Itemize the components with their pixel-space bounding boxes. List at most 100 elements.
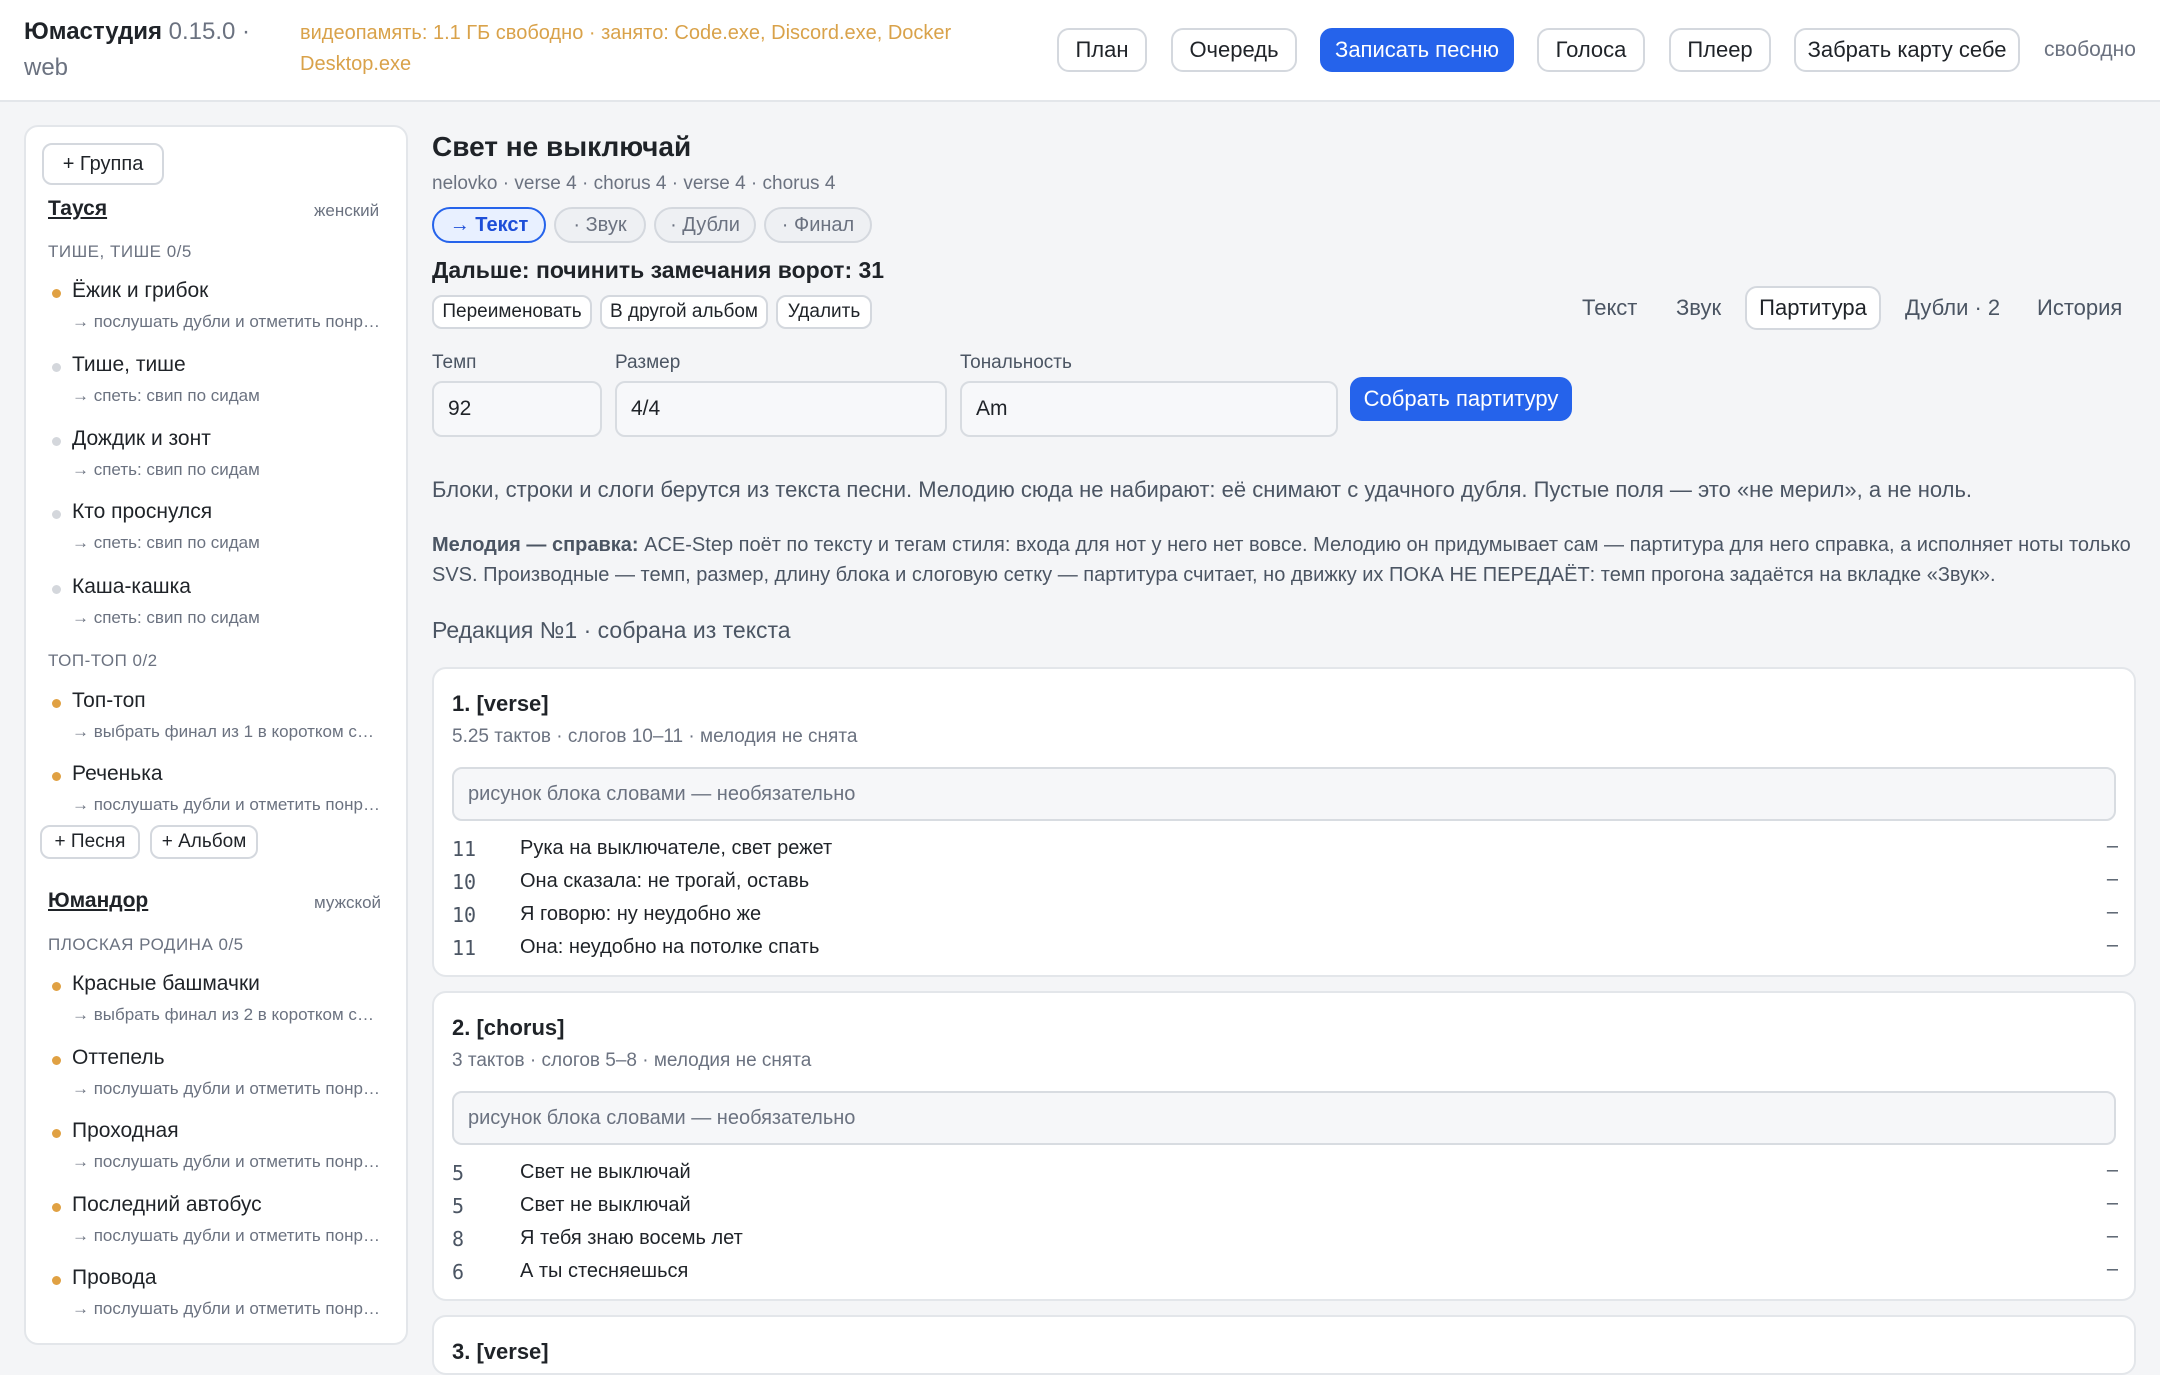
- tab-takes[interactable]: Дубли · 2: [1905, 295, 2000, 321]
- song-name: Топ-топ: [72, 689, 146, 712]
- status-dot: [52, 699, 61, 708]
- stage-final[interactable]: · Финал: [764, 207, 872, 243]
- score-intro: Блоки, строки и слоги берутся из текста …: [432, 477, 1973, 502]
- group-name[interactable]: Юмандор: [48, 889, 148, 913]
- delete-button[interactable]: Удалить: [776, 295, 872, 329]
- app-title: Юмастудия 0.15.0 ·: [24, 18, 250, 46]
- add-song-button[interactable]: + Песня: [40, 825, 140, 859]
- song-name: Кто проснулся: [72, 500, 213, 523]
- stage-takes[interactable]: · Дубли: [654, 207, 756, 243]
- lyric-line: Она: неудобно на потолке спать: [520, 936, 820, 958]
- melody-mark: –: [2106, 934, 2118, 956]
- album-header[interactable]: ТОП-ТОП 0/2: [48, 651, 158, 671]
- next-step: Дальше: починить замечания ворот: 31: [432, 257, 885, 283]
- syllable-count: 11: [452, 936, 477, 960]
- status-dot: [52, 363, 61, 372]
- song-name: Тише, тише: [72, 353, 186, 376]
- syllable-count: 8: [452, 1227, 465, 1251]
- song-name: Реченька: [72, 762, 163, 785]
- tempo-field[interactable]: 92: [432, 381, 602, 437]
- take-gpu-button[interactable]: Забрать карту себе: [1794, 28, 2020, 72]
- tab-history[interactable]: История: [2037, 295, 2122, 321]
- nav-plan-button[interactable]: План: [1057, 28, 1147, 72]
- song-name: Ёжик и грибок: [72, 279, 209, 302]
- lyric-line: Я говорю: ну неудобно же: [520, 903, 762, 925]
- song-name: Проходная: [72, 1119, 179, 1142]
- group-name[interactable]: Тауся: [48, 197, 107, 221]
- melody-mark: –: [2106, 1225, 2118, 1247]
- syllable-count: 11: [452, 837, 477, 861]
- song-title: Свет не выключай: [432, 131, 692, 162]
- lyric-line: Я тебя знаю восемь лет: [520, 1227, 743, 1249]
- move-album-button[interactable]: В другой альбом: [600, 295, 768, 329]
- status-dot: [52, 1129, 61, 1138]
- song-hint: → послушать дубли и отметить понравившие…: [72, 312, 382, 331]
- melody-mark: –: [2106, 1192, 2118, 1214]
- top-bar: Юмастудия 0.15.0 · web видеопамять: 1.1 …: [0, 0, 2160, 102]
- meter-field[interactable]: 4/4: [615, 381, 947, 437]
- block-title: 3. [verse]: [452, 1339, 549, 1364]
- key-label: Тональность: [960, 352, 1072, 373]
- song-hint: → спеть: свип по сидам: [72, 533, 260, 552]
- song-hint: → спеть: свип по сидам: [72, 608, 260, 627]
- status-dot: [52, 982, 61, 991]
- status-dot: [52, 1276, 61, 1285]
- status-dot: [52, 1203, 61, 1212]
- lyric-line: А ты стесняешься: [520, 1260, 689, 1282]
- song-name: Оттепель: [72, 1046, 165, 1069]
- lyric-line: Она сказала: не трогай, оставь: [520, 870, 810, 892]
- album-header[interactable]: ТИШЕ, ТИШЕ 0/5: [48, 242, 192, 262]
- song-meta: nelovko · verse 4 · chorus 4 · verse 4 ·…: [432, 173, 836, 194]
- block-title: 1. [verse]: [452, 691, 549, 716]
- melody-note-text: ACE-Step поёт по тексту и тегам стиля: в…: [638, 534, 2131, 556]
- song-hint: → спеть: свип по сидам: [72, 386, 260, 405]
- score-block: 2. [chorus] 3 тактов · слогов 5–8 · мело…: [432, 991, 2136, 1301]
- build-score-button[interactable]: Собрать партитуру: [1350, 377, 1572, 421]
- song-hint: → послушать дубли и отметить понравившие…: [72, 1299, 382, 1318]
- block-description-input[interactable]: рисунок блока словами — необязательно: [452, 767, 2116, 821]
- engine-status: свободно: [2044, 38, 2136, 61]
- nav-player-button[interactable]: Плеер: [1669, 28, 1771, 72]
- tab-sound[interactable]: Звук: [1676, 295, 1721, 321]
- rename-button[interactable]: Переименовать: [432, 295, 592, 329]
- sidebar: + Группа Тауся женский ТИШЕ, ТИШЕ 0/5 Ёж…: [24, 125, 408, 1345]
- status-dot: [52, 510, 61, 519]
- syllable-count: 6: [452, 1260, 465, 1284]
- add-group-button[interactable]: + Группа: [42, 143, 164, 185]
- stage-sound[interactable]: · Звук: [554, 207, 646, 243]
- lyric-line: Свет не выключай: [520, 1161, 691, 1183]
- syllable-count: 5: [452, 1161, 465, 1185]
- song-name: Красные башмачки: [72, 972, 260, 995]
- group-voice: мужской: [314, 893, 382, 912]
- app-version: 0.15.0 ·: [168, 18, 251, 45]
- score-block: 3. [verse]: [432, 1315, 2136, 1375]
- edition-title: Редакция №1 · собрана из текста: [432, 617, 791, 643]
- nav-queue-button[interactable]: Очередь: [1171, 28, 1297, 72]
- syllable-count: 5: [452, 1194, 465, 1218]
- stage-text[interactable]: → Текст: [432, 207, 546, 243]
- album-header[interactable]: ПЛОСКАЯ РОДИНА 0/5: [48, 935, 244, 955]
- app-platform: web: [24, 54, 69, 81]
- melody-mark: –: [2106, 868, 2118, 890]
- song-name: Провода: [72, 1266, 157, 1289]
- melody-note-cont: SVS. Производные — темп, размер, длину б…: [432, 564, 1996, 586]
- app-name: Юмастудия: [24, 18, 162, 45]
- nav-voices-button[interactable]: Голоса: [1537, 28, 1645, 72]
- key-field[interactable]: Am: [960, 381, 1338, 437]
- block-description-input[interactable]: рисунок блока словами — необязательно: [452, 1091, 2116, 1145]
- tab-text[interactable]: Текст: [1582, 295, 1637, 321]
- tab-score[interactable]: Партитура: [1745, 286, 1881, 330]
- record-song-button[interactable]: Записать песню: [1320, 28, 1514, 72]
- add-album-button[interactable]: + Альбом: [150, 825, 258, 859]
- melody-mark: –: [2106, 1258, 2118, 1280]
- score-block: 1. [verse] 5.25 тактов · слогов 10–11 · …: [432, 667, 2136, 977]
- melody-note-title: Мелодия — справка:: [432, 534, 639, 556]
- lyric-line: Рука на выключателе, свет режет: [520, 837, 833, 859]
- syllable-count: 10: [452, 903, 477, 927]
- song-name: Дождик и зонт: [72, 427, 211, 450]
- block-meta: 3 тактов · слогов 5–8 · мелодия не снята: [452, 1050, 812, 1071]
- melody-mark: –: [2106, 901, 2118, 923]
- block-title: 2. [chorus]: [452, 1015, 565, 1040]
- melody-note: Мелодия — справка: ACE-Step поёт по текс…: [432, 534, 2131, 557]
- status-dot: [52, 585, 61, 594]
